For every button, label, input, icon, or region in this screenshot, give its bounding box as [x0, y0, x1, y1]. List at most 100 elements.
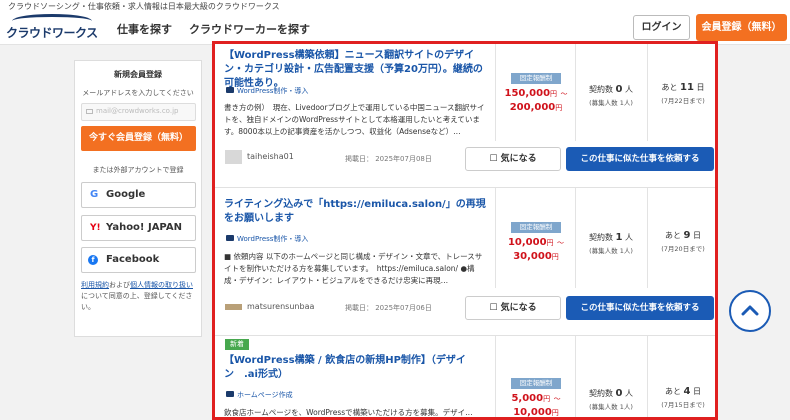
divider — [495, 44, 496, 141]
price-min: 10,000 — [507, 237, 547, 248]
job-title[interactable]: 【WordPress構築依頼】ニュース翻訳サイトのデザイン・カテゴリ設計・広告配… — [224, 49, 486, 91]
email-label: メールアドレスを入力してください — [82, 89, 194, 97]
days-unit: 日 — [696, 83, 705, 92]
job-card: 【WordPress構築依頼】ニュース翻訳サイトのデザイン・カテゴリ設計・広告配… — [215, 44, 715, 188]
contracts-count: 1 — [615, 232, 623, 243]
email-field[interactable]: mail@crowdworks.co.jp — [81, 103, 196, 121]
yen-unit: 円 — [551, 253, 559, 261]
price-max: 30,000 — [513, 251, 552, 262]
tilde: ～ — [557, 239, 565, 247]
client-user[interactable]: taiheisha01 — [225, 150, 294, 164]
logo-text: クラウドワークス — [6, 26, 98, 40]
yen-unit: 円 — [551, 409, 559, 417]
login-button[interactable]: ログイン — [633, 15, 690, 40]
category-label: WordPress制作・導入 — [237, 87, 309, 95]
folder-icon — [226, 391, 234, 397]
nav-find-jobs[interactable]: 仕事を探す — [117, 21, 172, 37]
terms-link[interactable]: 利用規約 — [81, 281, 109, 289]
yen-unit: 円 — [546, 239, 554, 247]
job-card: ライティング込みで「https://emiluca.salon/」の再現をお願い… — [215, 188, 715, 336]
price-range: 10,000円 ～ 30,000円 — [497, 236, 575, 264]
avatar — [225, 304, 242, 310]
remaining-prefix: あと — [661, 83, 678, 92]
price-range: 5,000円 ～ 10,000円 — [497, 392, 575, 418]
contracts-stat: 契約数 0 人 (募集人数 1人) — [575, 388, 647, 411]
person-unit: 人 — [625, 85, 634, 94]
favorite-button[interactable]: ☐ 気になる — [465, 296, 561, 320]
contracts-label: 契約数 — [588, 233, 613, 242]
folder-icon — [226, 87, 234, 93]
contracts-count: 0 — [615, 388, 623, 399]
contracts-stat: 契約数 0 人 (募集人数 1人) — [575, 84, 647, 107]
favorite-button[interactable]: ☐ 気になる — [465, 147, 561, 171]
signup-now-button[interactable]: 今すぐ会員登録（無料） — [81, 126, 196, 151]
google-icon: G — [90, 189, 99, 200]
deadline-stat: あと 9 日 (7月20日まで) — [647, 230, 715, 253]
recruit-count: (募集人数 1人) — [589, 247, 633, 255]
person-unit: 人 — [625, 389, 634, 398]
signup-title: 新規会員登録 — [114, 70, 162, 79]
client-name: taiheisha01 — [247, 152, 294, 161]
external-signup-label: または外部アカウントで登録 — [92, 166, 184, 174]
category-label: ホームページ作成 — [237, 391, 293, 399]
yahoo-icon: Y! — [90, 223, 101, 233]
deadline-date: (7月22日まで) — [661, 97, 705, 105]
bookmark-icon: ☐ — [489, 154, 501, 164]
job-list: 【WordPress構築依頼】ニュース翻訳サイトのデザイン・カテゴリ設計・広告配… — [212, 41, 718, 420]
yen-unit: 円 — [543, 395, 551, 403]
job-description: 書き方の例） 現在、Livedoorブログ上で運用している中国ニュース翻訳サイト… — [224, 103, 485, 136]
contracts-label: 契約数 — [588, 389, 613, 398]
terms-tail: について同意の上、登録してください。 — [81, 292, 193, 311]
fixed-price-badge: 固定報酬制 — [511, 222, 561, 233]
terms-mid: および — [109, 281, 130, 289]
facebook-label: Facebook — [106, 254, 160, 265]
facebook-signup-button[interactable]: f Facebook — [81, 247, 196, 273]
job-card: 新着 【WordPress構築 / 飲食店の新規HP制作】（デザイン .ai形式… — [215, 336, 715, 418]
favorite-label: 気になる — [500, 154, 537, 164]
days-unit: 日 — [693, 387, 702, 396]
deadline-date: (7月15日まで) — [661, 401, 705, 409]
remaining-prefix: あと — [664, 231, 681, 240]
deadline-date: (7月20日まで) — [661, 245, 705, 253]
price-range: 150,000円 ～ 200,000円 — [497, 87, 575, 115]
logo[interactable]: クラウドワークス — [6, 14, 98, 40]
avatar — [225, 150, 242, 164]
privacy-link[interactable]: 個人情報の取り扱い — [130, 281, 193, 289]
yahoo-signup-button[interactable]: Y! Yahoo! JAPAN ID — [81, 215, 196, 257]
job-description: 飲食店ホームページを、WordPressで構築いただける方を募集。デザイ… — [224, 408, 473, 417]
register-button[interactable]: 会員登録（無料） — [696, 14, 787, 41]
divider — [495, 188, 496, 288]
request-similar-button[interactable]: この仕事に似た仕事を依頼する — [566, 296, 714, 320]
remaining-days: 11 — [680, 82, 694, 93]
contracts-count: 0 — [615, 84, 623, 95]
job-title[interactable]: 【WordPress構築 / 飲食店の新規HP制作】（デザイン .ai形式） — [224, 354, 486, 382]
job-title[interactable]: ライティング込みで「https://emiluca.salon/」の再現をお願い… — [224, 198, 486, 226]
job-description: ■ 依頼内容 以下のホームページと同じ構成・デザイン・文章で、トレースサイトを制… — [224, 252, 483, 285]
google-label: Google — [106, 189, 146, 200]
price-max: 10,000 — [513, 407, 552, 418]
new-badge: 新着 — [225, 339, 249, 350]
facebook-icon: f — [88, 255, 98, 265]
google-signup-button[interactable]: G Google — [81, 182, 196, 208]
tilde: ～ — [553, 395, 561, 403]
bookmark-icon: ☐ — [489, 303, 501, 313]
recruit-count: (募集人数 1人) — [589, 99, 633, 107]
terms-text: 利用規約および個人情報の取り扱いについて同意の上、登録してください。 — [81, 280, 199, 313]
client-user[interactable]: matsurensunbaa — [225, 300, 314, 314]
job-category[interactable]: WordPress制作・導入 — [226, 234, 308, 244]
posted-date: 掲載日： 2025年07月06日 — [345, 304, 432, 312]
contracts-stat: 契約数 1 人 (募集人数 1人) — [575, 232, 647, 255]
nav-find-workers[interactable]: クラウドワーカーを探す — [189, 21, 310, 37]
price-max: 200,000 — [509, 102, 556, 113]
request-similar-button[interactable]: この仕事に似た仕事を依頼する — [566, 147, 714, 171]
scroll-to-top-button[interactable] — [729, 290, 771, 332]
yen-unit: 円 — [550, 90, 558, 98]
fixed-price-badge: 固定報酬制 — [511, 73, 561, 84]
tilde: ～ — [560, 90, 568, 98]
job-category[interactable]: ホームページ作成 — [226, 390, 293, 400]
recruit-count: (募集人数 1人) — [589, 403, 633, 411]
email-placeholder: mail@crowdworks.co.jp — [96, 107, 179, 115]
divider — [495, 336, 496, 417]
remaining-days: 4 — [683, 386, 691, 397]
job-category[interactable]: WordPress制作・導入 — [226, 86, 308, 96]
